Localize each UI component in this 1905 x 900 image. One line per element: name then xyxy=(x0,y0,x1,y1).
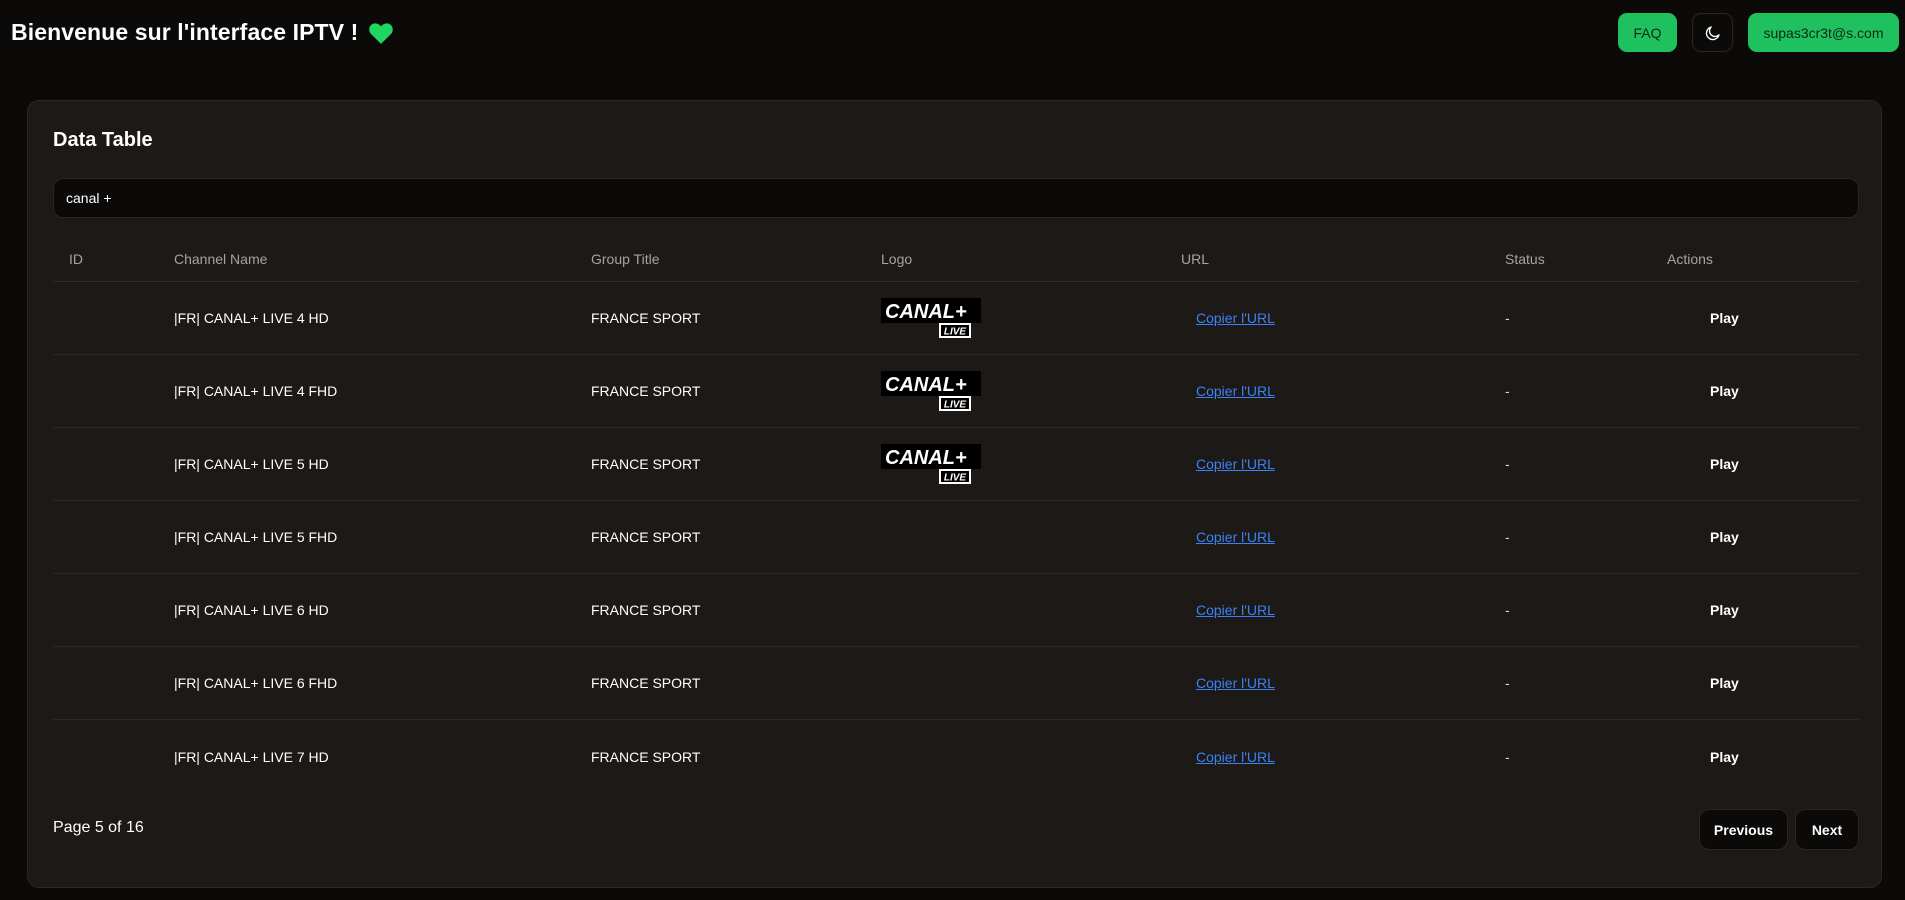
data-table-card: Data Table ID Channel Name Group Title L… xyxy=(27,100,1882,888)
cell-url: Copier l'URL xyxy=(1196,647,1275,719)
cell-channel-name: |FR| CANAL+ LIVE 4 HD xyxy=(174,310,329,326)
canal-plus-live-logo: CANAL+ LIVE xyxy=(881,371,981,411)
column-header-url[interactable]: URL xyxy=(1181,237,1209,281)
cell-status: - xyxy=(1505,310,1510,326)
play-button[interactable]: Play xyxy=(1710,383,1739,399)
cell-group-title: FRANCE SPORT xyxy=(591,383,701,399)
column-header-logo[interactable]: Logo xyxy=(881,237,912,281)
table-row: |FR| CANAL+ LIVE 7 HD FRANCE SPORT Copier … xyxy=(53,720,1859,793)
cell-url: Copier l'URL xyxy=(1196,355,1275,427)
cell-channel-name: |FR| CANAL+ LIVE 6 HD xyxy=(174,602,329,618)
table-row: |FR| CANAL+ LIVE 4 FHD FRANCE SPORT CANAL+… xyxy=(53,355,1859,428)
search-input[interactable] xyxy=(53,178,1859,218)
svg-text:LIVE: LIVE xyxy=(944,473,967,484)
cell-status: - xyxy=(1505,602,1510,618)
page-title: Bienvenue sur l'interface IPTV ! xyxy=(11,19,394,46)
canal-plus-live-logo: CANAL+ LIVE xyxy=(881,444,981,484)
play-button[interactable]: Play xyxy=(1710,456,1739,472)
cell-status: - xyxy=(1505,748,1510,765)
previous-page-button[interactable]: Previous xyxy=(1699,809,1788,850)
column-header-channel-name[interactable]: Channel Name xyxy=(174,237,267,281)
copy-url-link[interactable]: Copier l'URL xyxy=(1196,456,1275,472)
table-body: |FR| CANAL+ LIVE 4 HD FRANCE SPORT CANAL+ L… xyxy=(53,282,1859,793)
column-header-status[interactable]: Status xyxy=(1505,237,1545,281)
faq-button[interactable]: FAQ xyxy=(1618,13,1677,52)
copy-url-link[interactable]: Copier l'URL xyxy=(1196,602,1275,618)
card-title: Data Table xyxy=(53,129,153,151)
copy-url-link[interactable]: Copier l'URL xyxy=(1196,383,1275,399)
play-button[interactable]: Play xyxy=(1710,675,1739,691)
cell-group-title: FRANCE SPORT xyxy=(591,602,701,618)
green-heart-icon xyxy=(369,22,394,44)
cell-actions: Play xyxy=(1710,282,1739,354)
cell-actions: Play xyxy=(1710,428,1739,500)
copy-url-link[interactable]: Copier l'URL xyxy=(1196,749,1275,765)
cell-url: Copier l'URL xyxy=(1196,720,1275,793)
cell-channel-name: |FR| CANAL+ LIVE 6 FHD xyxy=(174,675,338,691)
table-row: |FR| CANAL+ LIVE 6 FHD FRANCE SPORT Copier… xyxy=(53,647,1859,720)
copy-url-link[interactable]: Copier l'URL xyxy=(1196,675,1275,691)
table-header: ID Channel Name Group Title Logo URL Sta… xyxy=(53,237,1859,282)
cell-url: Copier l'URL xyxy=(1196,501,1275,573)
moon-icon xyxy=(1705,25,1720,40)
cell-actions: Play xyxy=(1710,355,1739,427)
cell-status: - xyxy=(1505,456,1510,472)
page-title-text: Bienvenue sur l'interface IPTV ! xyxy=(11,19,359,45)
copy-url-link[interactable]: Copier l'URL xyxy=(1196,529,1275,545)
play-button[interactable]: Play xyxy=(1710,529,1739,545)
user-account-button[interactable]: supas3cr3t@s.com xyxy=(1748,13,1899,52)
play-button[interactable]: Play xyxy=(1710,310,1739,326)
cell-channel-name: |FR| CANAL+ LIVE 4 FHD xyxy=(174,383,338,399)
cell-url: Copier l'URL xyxy=(1196,428,1275,500)
svg-text:LIVE: LIVE xyxy=(944,400,967,411)
cell-actions: Play xyxy=(1710,647,1739,719)
svg-text:CANAL+: CANAL+ xyxy=(885,374,967,396)
column-header-group-title[interactable]: Group Title xyxy=(591,237,659,281)
cell-group-title: FRANCE SPORT xyxy=(591,310,701,326)
theme-toggle-button[interactable] xyxy=(1692,13,1733,52)
cell-status: - xyxy=(1505,383,1510,399)
play-button[interactable]: Play xyxy=(1710,602,1739,618)
cell-logo: CANAL+ LIVE xyxy=(881,428,981,500)
next-page-button[interactable]: Next xyxy=(1795,809,1859,850)
cell-actions: Play xyxy=(1710,720,1739,793)
table-row: |FR| CANAL+ LIVE 5 HD FRANCE SPORT CANAL+ L… xyxy=(53,428,1859,501)
cell-logo: CANAL+ LIVE xyxy=(881,282,981,354)
cell-group-title: FRANCE SPORT xyxy=(591,529,701,545)
cell-actions: Play xyxy=(1710,574,1739,646)
cell-actions: Play xyxy=(1710,501,1739,573)
cell-url: Copier l'URL xyxy=(1196,574,1275,646)
svg-text:CANAL+: CANAL+ xyxy=(885,447,967,469)
table-row: |FR| CANAL+ LIVE 5 FHD FRANCE SPORT Copier… xyxy=(53,501,1859,574)
cell-group-title: FRANCE SPORT xyxy=(591,675,701,691)
top-bar: Bienvenue sur l'interface IPTV ! FAQ sup… xyxy=(0,0,1905,66)
cell-status: - xyxy=(1505,529,1510,545)
table-row: |FR| CANAL+ LIVE 6 HD FRANCE SPORT Copier … xyxy=(53,574,1859,647)
cell-logo: CANAL+ LIVE xyxy=(881,355,981,427)
cell-group-title: FRANCE SPORT xyxy=(591,456,701,472)
svg-text:CANAL+: CANAL+ xyxy=(885,301,967,323)
cell-url: Copier l'URL xyxy=(1196,282,1275,354)
cell-channel-name: |FR| CANAL+ LIVE 5 HD xyxy=(174,456,329,472)
cell-status: - xyxy=(1505,675,1510,691)
cell-channel-name: |FR| CANAL+ LIVE 7 HD xyxy=(174,748,329,765)
table-row: |FR| CANAL+ LIVE 4 HD FRANCE SPORT CANAL+ L… xyxy=(53,282,1859,355)
cell-channel-name: |FR| CANAL+ LIVE 5 FHD xyxy=(174,529,338,545)
svg-text:LIVE: LIVE xyxy=(944,327,967,338)
copy-url-link[interactable]: Copier l'URL xyxy=(1196,310,1275,326)
column-header-actions[interactable]: Actions xyxy=(1667,237,1713,281)
canal-plus-live-logo: CANAL+ LIVE xyxy=(881,298,981,338)
column-header-id[interactable]: ID xyxy=(69,237,83,281)
play-button[interactable]: Play xyxy=(1710,749,1739,765)
page-indicator: Page 5 of 16 xyxy=(53,819,144,836)
channels-table: ID Channel Name Group Title Logo URL Sta… xyxy=(53,237,1859,793)
cell-group-title: FRANCE SPORT xyxy=(591,748,701,765)
